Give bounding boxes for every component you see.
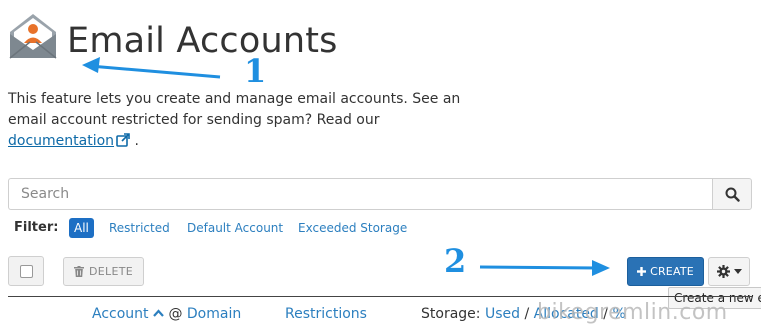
search-icon [725, 187, 740, 202]
intro-description: This feature lets you create and manage … [8, 91, 461, 128]
at-symbol: @ [168, 306, 183, 322]
annotation-number-2: 2 [444, 242, 467, 280]
external-link-icon[interactable] [116, 133, 130, 147]
table-header-divider [8, 296, 753, 297]
storage-label: Storage: [421, 306, 481, 322]
sort-domain-link[interactable]: Domain [187, 306, 241, 322]
documentation-link[interactable]: documentation [8, 133, 114, 149]
filter-default-account[interactable]: Default Account [182, 218, 288, 238]
select-all-checkbox[interactable] [8, 256, 44, 286]
settings-dropdown-button[interactable] [708, 257, 750, 286]
annotation-number-1: 1 [244, 52, 267, 90]
gear-icon [716, 265, 730, 278]
intro-end: . [134, 133, 139, 149]
caret-down-icon [733, 269, 742, 274]
search-input[interactable] [8, 178, 712, 210]
filter-restricted[interactable]: Restricted [104, 218, 175, 238]
storage-separator-1: / [524, 306, 530, 322]
sort-restrictions-link[interactable]: Restrictions [285, 306, 367, 322]
filter-exceeded-storage[interactable]: Exceeded Storage [293, 218, 412, 238]
annotation-arrow-1 [89, 64, 221, 79]
sort-ascending-icon[interactable] [153, 309, 164, 317]
create-button[interactable]: CREATE [627, 257, 704, 286]
column-restrictions: Restrictions [285, 306, 367, 322]
plus-icon [637, 267, 647, 276]
annotation-arrow-2 [479, 265, 599, 270]
annotation-arrowhead-2 [592, 260, 610, 276]
search-button[interactable] [712, 178, 752, 210]
column-account-domain: Account @ Domain [92, 306, 241, 322]
email-accounts-icon [9, 14, 57, 59]
checkbox-square [19, 264, 33, 278]
watermark: bikegremlin.com [537, 300, 728, 325]
create-label: CREATE [650, 265, 694, 278]
intro-text: This feature lets you create and manage … [8, 89, 488, 152]
filter-all[interactable]: All [69, 218, 94, 238]
page-title: Email Accounts [67, 21, 338, 61]
sort-used-link[interactable]: Used [485, 306, 520, 322]
delete-label: DELETE [89, 265, 133, 278]
delete-button[interactable]: DELETE [63, 257, 144, 286]
sort-account-link[interactable]: Account [92, 306, 149, 322]
trash-icon [74, 266, 85, 277]
filter-label: Filter: [14, 220, 59, 235]
